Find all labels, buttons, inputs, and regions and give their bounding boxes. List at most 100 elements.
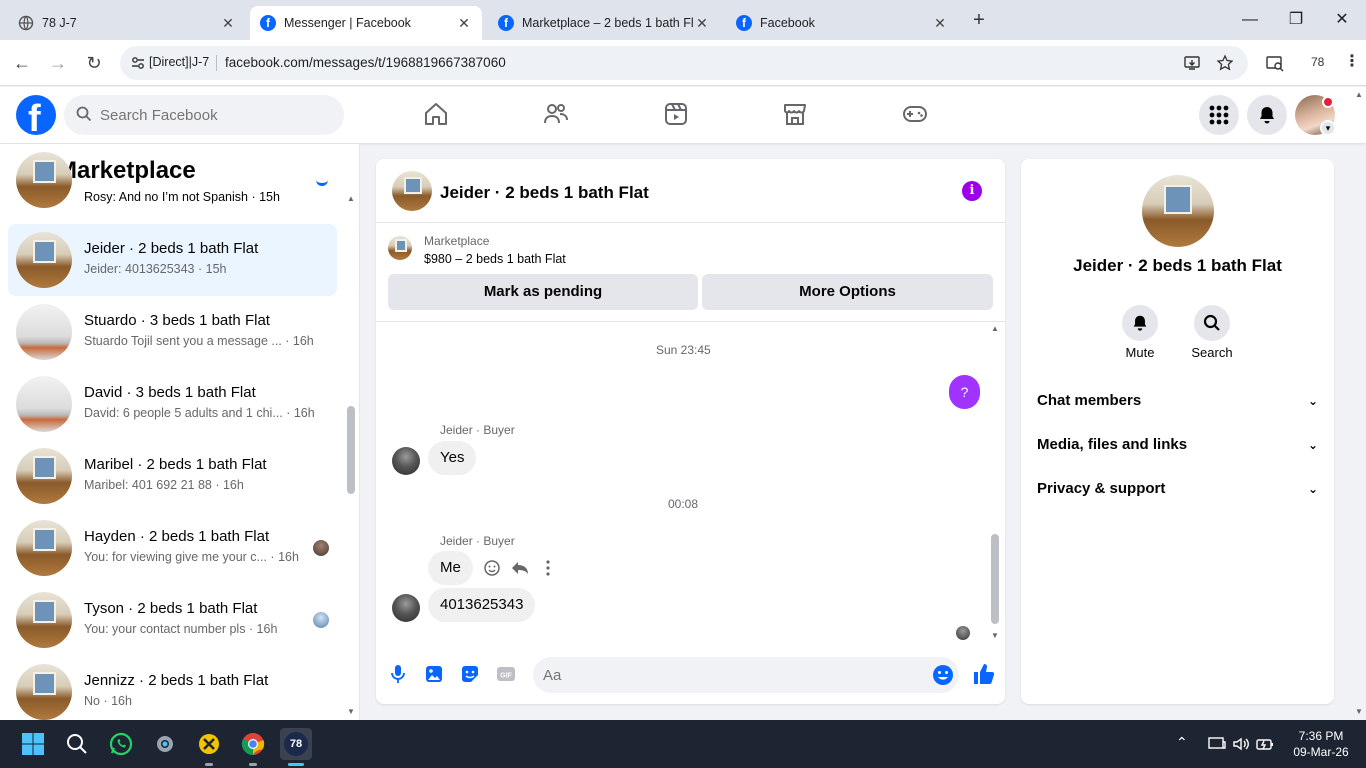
listing-thumbnail[interactable] [388, 236, 412, 260]
listing-price[interactable]: $980 – 2 beds 1 bath Flat [424, 252, 566, 266]
privacy-support-section[interactable]: Privacy & support ⌄ [1037, 473, 1318, 505]
browser-tab-strip: 78 J-7 ✕ f Messenger | Facebook ✕ f Mark… [0, 0, 1366, 40]
video-icon[interactable] [663, 101, 689, 127]
conversation-david[interactable]: David · 3 beds 1 bath Flat David: 6 peop… [8, 368, 337, 440]
more-actions-icon[interactable] [538, 558, 558, 578]
facebook-search[interactable] [64, 95, 344, 135]
reply-icon[interactable] [510, 558, 530, 578]
info-icon[interactable]: i [962, 181, 982, 201]
scroll-down-arrow[interactable]: ▼ [991, 631, 999, 640]
sidebar-scrollbar[interactable] [347, 406, 355, 494]
message-input[interactable] [543, 657, 923, 693]
close-window-button[interactable]: ✕ [1330, 8, 1354, 32]
scroll-up-arrow[interactable]: ▲ [991, 324, 999, 333]
conversation-tyson[interactable]: Tyson · 2 beds 1 bath Flat You: your con… [8, 584, 337, 656]
clock-date: 09-Mar-26 [1293, 745, 1349, 759]
taskbar-search-button[interactable] [61, 728, 93, 760]
conversation-name: David · 3 beds 1 bath Flat [84, 384, 256, 401]
chevron-down-icon: ⌄ [1307, 438, 1318, 452]
scroll-up-arrow[interactable]: ▲ [347, 194, 355, 203]
taskbar-chrome[interactable] [237, 728, 269, 760]
display-icon[interactable] [1207, 734, 1227, 754]
browser-menu-icon[interactable]: ⋮ [1344, 51, 1360, 71]
photo-icon[interactable] [424, 664, 444, 684]
chevron-down-icon[interactable]: ▾ [1320, 120, 1336, 136]
marketplace-icon[interactable] [782, 101, 808, 127]
chat-listing-thumbnail[interactable] [392, 171, 432, 211]
conversation-jeider[interactable]: Jeider · 2 beds 1 bath Flat Jeider: 4013… [8, 224, 337, 296]
conversation-hayden[interactable]: Hayden · 2 beds 1 bath Flat You: for vie… [8, 512, 337, 584]
url-text[interactable]: facebook.com/messages/t/1968819667387060 [225, 55, 506, 70]
close-tab-icon[interactable]: ✕ [694, 15, 710, 32]
more-options-button[interactable]: More Options [702, 274, 993, 310]
listing-thumbnail [16, 448, 72, 504]
my-message-bubble[interactable]: ? [949, 375, 980, 409]
tab-facebook[interactable]: f Facebook ✕ [726, 6, 958, 40]
close-tab-icon[interactable]: ✕ [220, 15, 236, 32]
sender-avatar[interactable] [392, 447, 420, 475]
emoji-icon[interactable] [932, 664, 954, 686]
conversation-preview: You: your contact number pls · 16h [84, 622, 278, 636]
facebook-logo[interactable]: f [16, 95, 56, 135]
search-in-conversation-button[interactable] [1194, 305, 1230, 341]
taskbar-app-78[interactable]: 78 [280, 728, 312, 760]
message-bubble[interactable]: Yes [428, 441, 477, 475]
taskbar-whatsapp[interactable] [105, 728, 137, 760]
maximize-button[interactable]: ❐ [1284, 8, 1308, 32]
install-app-icon[interactable] [1183, 54, 1201, 72]
thumbs-up-icon[interactable] [972, 662, 996, 686]
battery-icon[interactable] [1255, 734, 1275, 754]
chat-members-section[interactable]: Chat members ⌄ [1037, 385, 1318, 417]
conversation-rosy[interactable]: Rosy: And no I’m not Spanish · 15h [8, 152, 337, 216]
taskbar-app-x[interactable] [193, 728, 225, 760]
back-button[interactable]: ← [10, 51, 34, 75]
profile-count[interactable]: 78 [1311, 55, 1324, 69]
running-indicator [249, 763, 257, 766]
conversation-jennizz[interactable]: Jennizz · 2 beds 1 bath Flat No · 16h [8, 656, 337, 720]
gif-icon[interactable]: GIF [496, 664, 516, 684]
new-tab-button[interactable]: + [968, 9, 990, 31]
scroll-down-arrow[interactable]: ▼ [347, 707, 355, 716]
address-bar[interactable]: [Direct]|J-7 facebook.com/messages/t/196… [120, 46, 1248, 80]
friends-icon[interactable] [543, 101, 569, 127]
close-tab-icon[interactable]: ✕ [456, 15, 472, 32]
notifications-button[interactable] [1247, 95, 1287, 135]
menu-grid-button[interactable] [1199, 95, 1239, 135]
message-composer[interactable] [533, 657, 959, 693]
tab-search-icon[interactable] [1265, 53, 1285, 73]
close-tab-icon[interactable]: ✕ [932, 15, 948, 32]
conversation-stuardo[interactable]: Stuardo · 3 beds 1 bath Flat Stuardo Toj… [8, 296, 337, 368]
sticker-icon[interactable] [460, 664, 480, 684]
minimize-button[interactable]: — [1238, 8, 1262, 32]
tab-marketplace[interactable]: f Marketplace – 2 beds 1 bath Fla ✕ [488, 6, 720, 40]
tab-78-j7[interactable]: 78 J-7 ✕ [8, 6, 246, 40]
search-input[interactable] [100, 95, 330, 135]
taskbar-settings[interactable] [149, 728, 181, 760]
conversation-maribel[interactable]: Maribel · 2 beds 1 bath Flat Maribel: 40… [8, 440, 337, 512]
media-files-links-section[interactable]: Media, files and links ⌄ [1037, 429, 1318, 461]
system-clock[interactable]: 7:36 PM 09-Mar-26 [1286, 728, 1356, 760]
forward-button[interactable]: → [46, 51, 70, 75]
page-scroll-up-arrow[interactable]: ▲ [1355, 90, 1363, 99]
chat-scrollbar[interactable] [991, 534, 999, 624]
message-bubble[interactable]: Me [428, 551, 473, 585]
mute-button[interactable] [1122, 305, 1158, 341]
microphone-icon[interactable] [388, 664, 408, 684]
mark-as-pending-button[interactable]: Mark as pending [388, 274, 698, 310]
site-settings-icon[interactable] [130, 55, 146, 71]
page-scroll-down-arrow[interactable]: ▼ [1355, 707, 1363, 716]
windows-taskbar: 78 ⌃ 7:36 PM 09-Mar-26 [0, 720, 1366, 768]
message-bubble[interactable]: 4013625343 [428, 588, 536, 622]
sender-avatar[interactable] [392, 594, 420, 622]
listing-large-thumbnail[interactable] [1142, 175, 1214, 247]
chat-title[interactable]: Jeider · 2 beds 1 bath Flat [440, 183, 649, 203]
tab-messenger[interactable]: f Messenger | Facebook ✕ [250, 6, 482, 40]
start-button[interactable] [17, 728, 49, 760]
gaming-icon[interactable] [902, 101, 928, 127]
show-hidden-icons-chevron[interactable]: ⌃ [1176, 734, 1196, 754]
home-icon[interactable] [423, 101, 449, 127]
react-emoji-icon[interactable] [482, 558, 502, 578]
bookmark-star-icon[interactable] [1216, 54, 1234, 72]
volume-icon[interactable] [1231, 734, 1251, 754]
reload-button[interactable]: ↻ [82, 51, 106, 75]
